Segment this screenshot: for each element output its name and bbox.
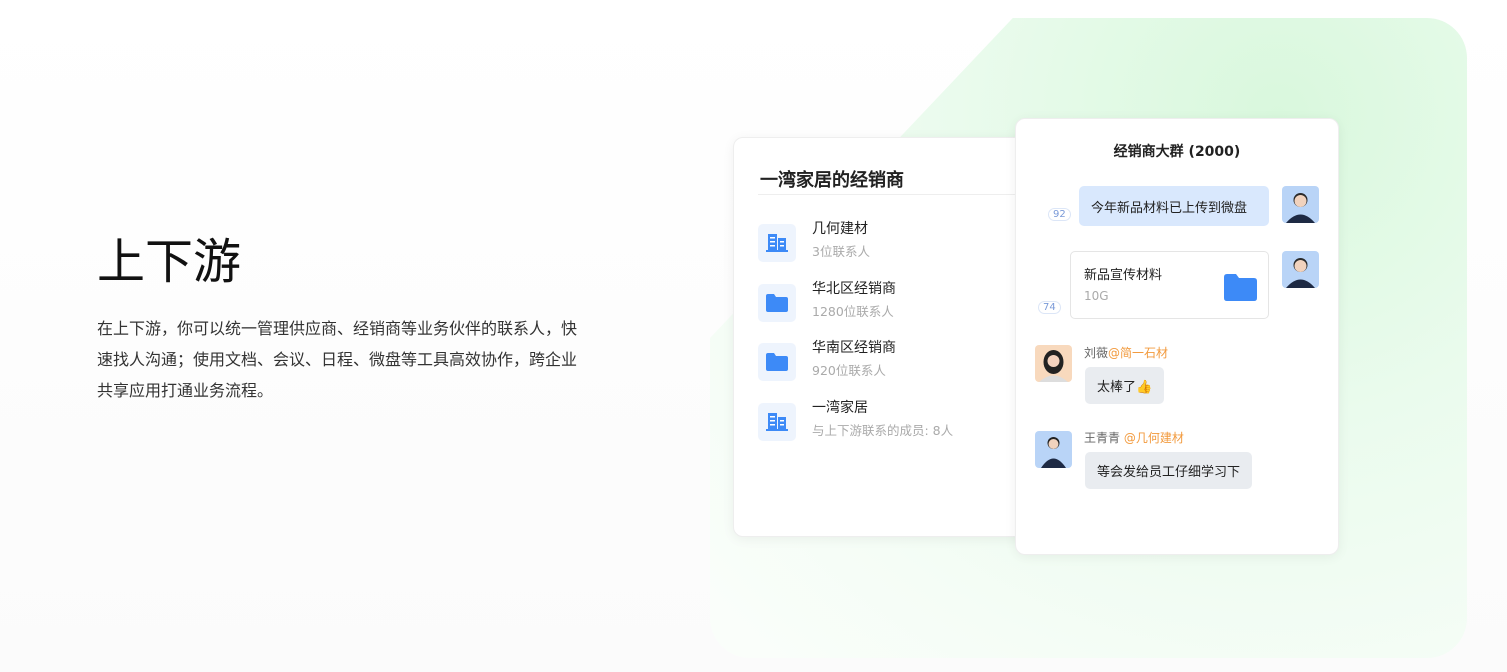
partner-list-title: 一湾家居的经销商: [760, 170, 904, 191]
page-title: 上下游: [97, 234, 242, 290]
sender-name: 刘薇@简一石材: [1084, 346, 1169, 360]
partner-list-item[interactable]: 华北区经销商 1280位联系人: [758, 281, 1028, 324]
partner-subtitle: 1280位联系人: [812, 304, 894, 319]
partner-list-item[interactable]: 一湾家居与上下游联系的成员: 8人: [758, 400, 1028, 443]
message-text: 今年新品材料已上传到微盘: [1091, 200, 1248, 216]
partner-list-card: 一湾家居的经销商 几何建材 3位联系人华北区经销商 1280位联系人 华南区经销商 92…: [733, 137, 1033, 537]
sender-name: 王青青 @几何建材: [1084, 431, 1184, 445]
partner-list-item[interactable]: 几何建材 3位联系人: [758, 221, 1028, 264]
read-count: 74: [1038, 301, 1061, 314]
divider: [758, 194, 1032, 195]
avatar: [1282, 186, 1319, 223]
folder-icon: [758, 284, 796, 322]
message-text: 等会发给员工仔细学习下: [1097, 465, 1241, 480]
partner-subtitle: 920位联系人: [812, 363, 886, 378]
building-icon: [758, 224, 796, 262]
message-bubble[interactable]: 太棒了👍: [1085, 367, 1165, 404]
file-size: 10G: [1084, 289, 1109, 303]
partner-name: 一湾家居: [812, 400, 868, 416]
message-bubble[interactable]: 今年新品材料已上传到微盘: [1079, 186, 1269, 226]
avatar: [1282, 251, 1319, 288]
partner-name: 华南区经销商: [812, 340, 896, 356]
file-name: 新品宣传材料: [1084, 268, 1163, 283]
partner-subtitle: 3位联系人: [812, 244, 870, 259]
partner-subtitle: 与上下游联系的成员: 8人: [812, 423, 954, 438]
partner-list-item[interactable]: 华南区经销商 920位联系人: [758, 340, 1028, 383]
folder-icon: [758, 343, 796, 381]
chat-title: 经销商大群 (2000): [1113, 144, 1241, 160]
building-icon: [758, 403, 796, 441]
group-chat-card: 经销商大群 (2000) 92 今年新品材料已上传到微盘 74 新品宣传材料 1…: [1015, 118, 1339, 555]
read-count: 92: [1048, 208, 1071, 221]
page-description: 在上下游，你可以统一管理供应商、经销商等业务伙伴的联系人，快速找人沟通；使用文档…: [97, 319, 578, 400]
message-text: 太棒了👍: [1097, 380, 1153, 395]
avatar: [1035, 431, 1072, 468]
message-bubble[interactable]: 等会发给员工仔细学习下: [1085, 452, 1253, 489]
avatar: [1035, 345, 1072, 382]
folder-icon: [1224, 274, 1257, 301]
partner-name: 几何建材: [812, 221, 868, 237]
partner-name: 华北区经销商: [812, 281, 896, 297]
file-message[interactable]: 新品宣传材料 10G: [1070, 251, 1269, 319]
